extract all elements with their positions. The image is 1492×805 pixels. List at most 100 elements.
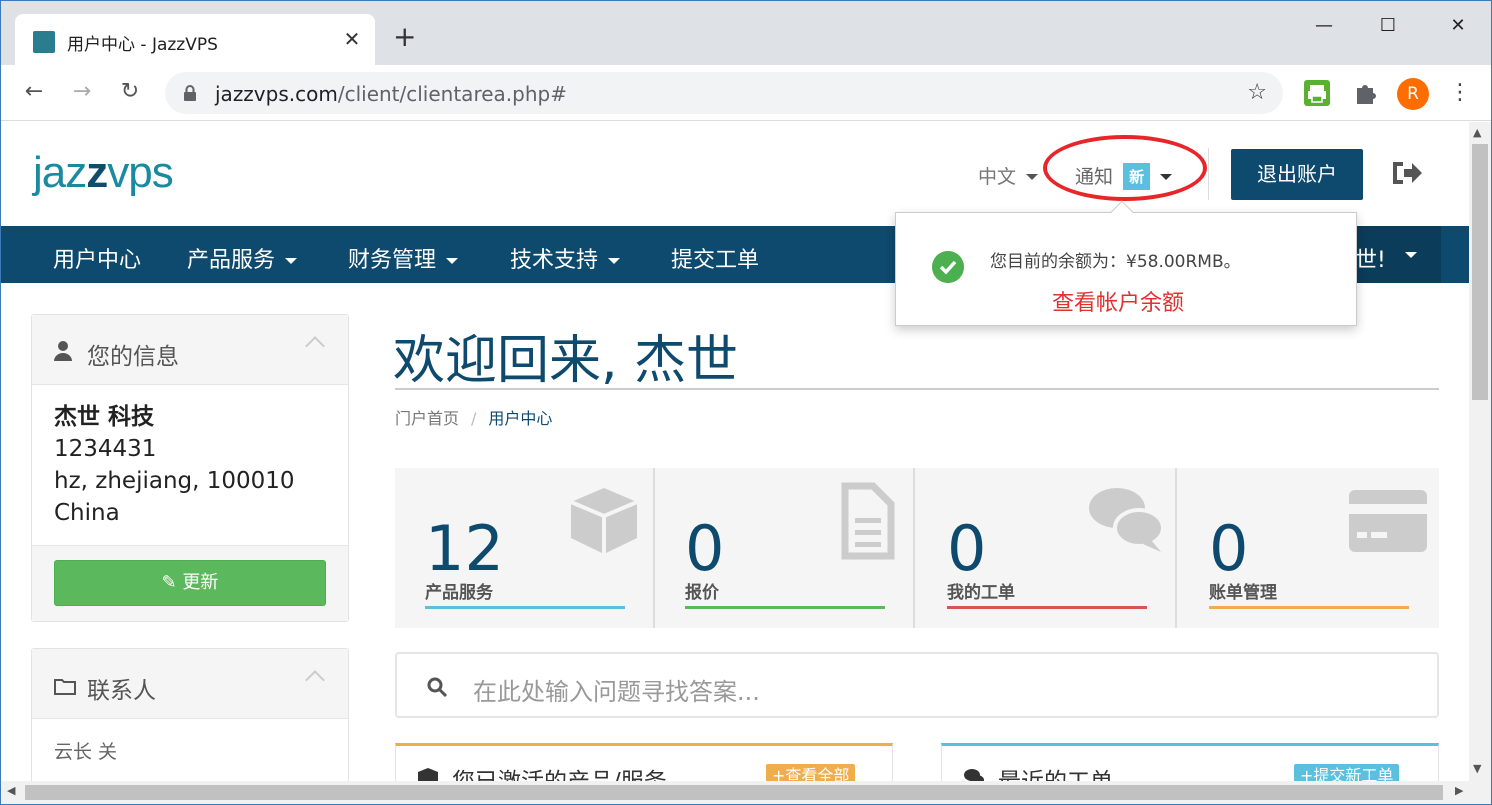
- card-title: 最近的工单: [998, 762, 1113, 781]
- page-title: 欢迎回来, 杰世: [393, 331, 739, 391]
- browser-tab[interactable]: 用户中心 - JazzVPS ✕: [15, 14, 375, 66]
- cube-icon: [570, 488, 638, 554]
- tile-value: 12: [425, 512, 504, 585]
- caret-down-icon: [285, 258, 298, 264]
- panel-header[interactable]: 您的信息: [32, 315, 348, 385]
- update-button[interactable]: ✎ 更新: [54, 560, 326, 606]
- nav-item-client-area[interactable]: 用户中心: [53, 242, 141, 274]
- nav-item-services[interactable]: 产品服务: [187, 242, 298, 274]
- info-body: 杰世 科技 1234431 hz, zhejiang, 100010 China: [32, 385, 348, 545]
- scroll-thumb[interactable]: [1472, 144, 1488, 400]
- panel-title: 联系人: [87, 678, 156, 704]
- tile-value: 0: [685, 512, 725, 585]
- tile-tickets[interactable]: 0 我的工单: [917, 468, 1177, 628]
- contact-item[interactable]: 云长 关: [32, 719, 348, 781]
- address-bar[interactable]: jazzvps.com/client/clientarea.php# ☆: [165, 72, 1283, 114]
- nav-item-billing[interactable]: 财务管理: [348, 242, 459, 274]
- breadcrumb-home[interactable]: 门户首页: [395, 409, 459, 428]
- extension-printer-icon[interactable]: [1303, 79, 1331, 107]
- tile-label: 产品服务: [425, 583, 493, 603]
- knowledgebase-search[interactable]: 在此处输入问题寻找答案...: [395, 652, 1439, 718]
- view-balance-link[interactable]: 查看帐户余额: [1052, 285, 1184, 317]
- bookmark-star-icon[interactable]: ☆: [1247, 80, 1267, 105]
- language-selector[interactable]: 中文: [978, 162, 1039, 189]
- scroll-up-icon[interactable]: ▲: [1473, 126, 1481, 139]
- account-phone: 1234431: [54, 436, 157, 462]
- sign-out-icon[interactable]: [1390, 158, 1424, 188]
- balance-message: 您目前的余额为：¥58.00RMB。: [990, 252, 1241, 272]
- nav-label: 财务管理: [348, 248, 437, 273]
- profile-avatar[interactable]: R: [1397, 78, 1429, 110]
- view-all-button[interactable]: +查看全部: [766, 764, 856, 781]
- account-country: China: [54, 500, 120, 526]
- tab-close-icon[interactable]: ✕: [339, 26, 365, 52]
- logout-button[interactable]: 退出账户: [1231, 149, 1363, 200]
- panel-footer: ✎ 更新: [32, 545, 348, 621]
- scroll-left-icon[interactable]: ◀: [7, 784, 15, 797]
- maximize-icon[interactable]: ☐: [1373, 11, 1403, 41]
- window-close-icon[interactable]: ✕: [1443, 11, 1473, 41]
- tile-services[interactable]: 12 产品服务: [395, 468, 655, 628]
- title-divider: [395, 388, 1439, 390]
- breadcrumb-current: 用户中心: [488, 409, 553, 428]
- tile-quotes[interactable]: 0 报价: [655, 468, 915, 628]
- tile-label: 账单管理: [1209, 583, 1277, 603]
- forward-icon[interactable]: →: [67, 77, 97, 107]
- favicon-icon: [33, 31, 55, 53]
- breadcrumb: 门户首页 / 用户中心: [395, 409, 553, 428]
- jazzvps-logo[interactable]: jazzvps: [33, 148, 174, 198]
- recent-tickets-card: 最近的工单 +提交新工单: [941, 743, 1439, 781]
- comments-icon: [964, 769, 984, 781]
- tile-label: 报价: [685, 583, 719, 603]
- page-viewport: jazzvps 中文 通知 新 退出账户 用户中心 产品服务 财务管理 技术支持…: [1, 122, 1469, 781]
- nav-item-support[interactable]: 技术支持: [510, 242, 621, 274]
- browser-menu-icon[interactable]: ⋮: [1449, 78, 1471, 108]
- browser-window: 用户中心 - JazzVPS ✕ + — ☐ ✕ ← → ↻ jazzvps.c…: [0, 0, 1492, 805]
- stats-tiles: 12 产品服务 0 报价 0 我的工单 0 账单管理: [395, 468, 1439, 628]
- popup-arrow: [1110, 200, 1134, 224]
- account-name: 杰世 科技: [54, 403, 155, 430]
- caret-down-icon: [608, 258, 621, 264]
- title-bar: 用户中心 - JazzVPS ✕ + — ☐ ✕: [1, 1, 1491, 66]
- document-icon: [841, 482, 895, 560]
- user-icon: [54, 341, 72, 361]
- caret-down-icon: [446, 258, 459, 264]
- extensions-puzzle-icon[interactable]: [1351, 79, 1379, 107]
- tile-underline: [1209, 606, 1409, 609]
- chevron-up-icon[interactable]: [305, 336, 325, 356]
- button-label: 提交新工单: [1313, 766, 1394, 781]
- tile-label: 我的工单: [947, 583, 1015, 603]
- tile-value: 0: [1209, 512, 1249, 585]
- browser-toolbar: ← → ↻ jazzvps.com/client/clientarea.php#…: [1, 65, 1491, 121]
- scroll-down-icon[interactable]: ▼: [1473, 762, 1481, 775]
- caret-down-icon: [1405, 252, 1417, 258]
- horizontal-scrollbar[interactable]: ◀ ▶: [1, 781, 1491, 804]
- tile-invoices[interactable]: 0 账单管理: [1179, 468, 1439, 628]
- nav-account-label: 世!: [1355, 248, 1386, 273]
- search-icon: [427, 677, 447, 697]
- panel-header[interactable]: 联系人: [32, 649, 348, 719]
- nav-label: 产品服务: [187, 248, 276, 273]
- new-tab-icon[interactable]: +: [393, 23, 416, 51]
- search-placeholder: 在此处输入问题寻找答案...: [473, 678, 760, 706]
- caret-down-icon: [1026, 174, 1039, 180]
- cube-icon: [418, 768, 438, 781]
- notifications-popup: 您目前的余额为：¥58.00RMB。 查看帐户余额: [895, 200, 1357, 326]
- vertical-scrollbar[interactable]: ▲ ▼: [1469, 122, 1491, 781]
- reload-icon[interactable]: ↻: [115, 77, 145, 107]
- folder-icon: [54, 679, 76, 695]
- credit-card-icon: [1349, 490, 1427, 552]
- comments-icon: [1089, 488, 1165, 552]
- highlight-ellipse: [1043, 135, 1207, 201]
- nav-item-open-ticket[interactable]: 提交工单: [671, 242, 759, 274]
- scroll-thumb[interactable]: [25, 785, 1443, 800]
- chevron-up-icon[interactable]: [305, 670, 325, 690]
- card-title: 您已激活的产品/服务: [452, 762, 667, 781]
- tile-underline: [947, 606, 1147, 609]
- back-icon[interactable]: ←: [19, 77, 49, 107]
- new-ticket-button[interactable]: +提交新工单: [1294, 764, 1400, 781]
- scroll-right-icon[interactable]: ▶: [1455, 784, 1463, 797]
- active-services-card: 您已激活的产品/服务 +查看全部: [395, 743, 893, 781]
- header-divider: [1208, 148, 1209, 200]
- minimize-icon[interactable]: —: [1309, 11, 1339, 41]
